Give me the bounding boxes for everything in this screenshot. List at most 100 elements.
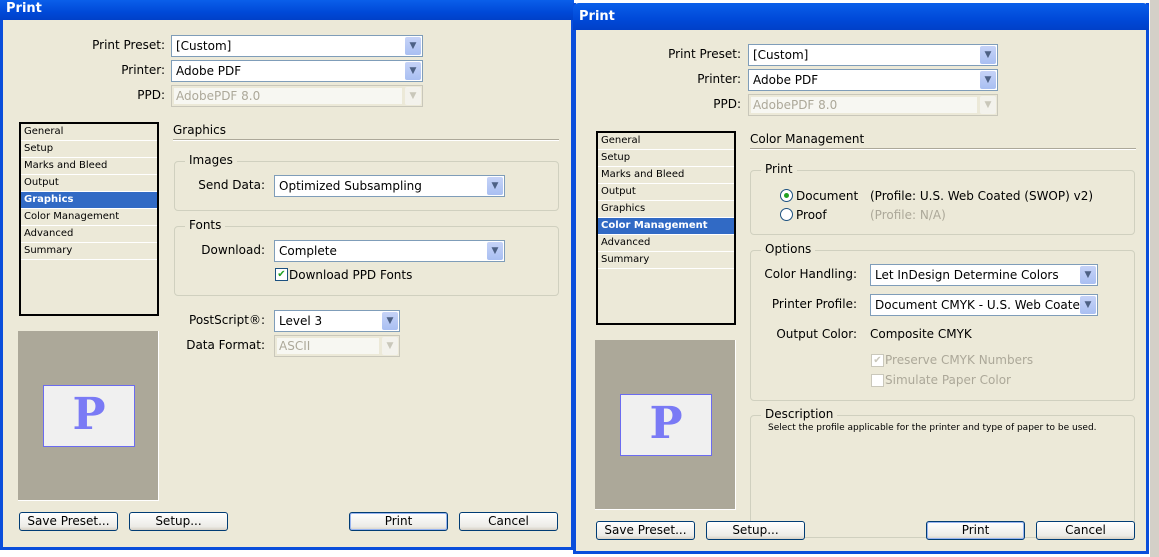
send-data-select[interactable]: Optimized Subsampling ▼ xyxy=(274,175,505,197)
print-preset-select[interactable]: [Custom] ▼ xyxy=(171,35,423,57)
chevron-down-icon: ▼ xyxy=(980,96,996,114)
printer-select[interactable]: Adobe PDF ▼ xyxy=(171,60,423,82)
section-title: Color Management xyxy=(750,132,1136,150)
postscript-value: Level 3 xyxy=(279,314,323,328)
nav-item-advanced[interactable]: Advanced xyxy=(598,235,734,252)
download-value: Complete xyxy=(279,244,337,258)
nav-item-output[interactable]: Output xyxy=(21,175,157,192)
document-radio[interactable] xyxy=(780,189,793,202)
simulate-paper-checkbox xyxy=(871,374,884,387)
nav-item-setup[interactable]: Setup xyxy=(21,141,157,158)
preserve-cmyk-checkbox: ✔ xyxy=(871,354,884,367)
postscript-select[interactable]: Level 3 ▼ xyxy=(274,310,400,332)
print-preset-label: Print Preset: xyxy=(92,38,165,52)
color-handling-label: Color Handling: xyxy=(764,267,857,281)
nav-item-marks-and-bleed[interactable]: Marks and Bleed xyxy=(21,158,157,175)
nav-item-setup[interactable]: Setup xyxy=(598,150,734,167)
preview-page: P xyxy=(43,385,135,447)
chevron-down-icon[interactable]: ▼ xyxy=(980,46,996,64)
page-preview: P xyxy=(18,331,159,501)
color-handling-value: Let InDesign Determine Colors xyxy=(875,268,1059,282)
printer-value: Adobe PDF xyxy=(176,64,242,78)
output-color-value: Composite CMYK xyxy=(870,327,972,341)
output-color-label: Output Color: xyxy=(776,327,857,341)
ppd-label: PPD: xyxy=(137,88,165,102)
page-preview: P xyxy=(595,340,736,510)
printer-profile-label: Printer Profile: xyxy=(771,297,857,311)
ppd-select: AdobePDF 8.0 ▼ xyxy=(171,85,423,107)
send-data-label: Send Data: xyxy=(198,178,265,192)
send-data-value: Optimized Subsampling xyxy=(279,179,422,193)
print-button[interactable]: Print xyxy=(926,521,1025,540)
proof-label[interactable]: Proof xyxy=(796,208,827,222)
nav-item-general[interactable]: General xyxy=(21,124,157,141)
print-preset-label: Print Preset: xyxy=(668,47,741,61)
background-window-edge xyxy=(1150,0,1159,557)
proof-radio[interactable] xyxy=(780,208,793,221)
color-handling-select[interactable]: Let InDesign Determine Colors ▼ xyxy=(870,264,1098,286)
preserve-cmyk-label: Preserve CMYK Numbers xyxy=(885,353,1034,367)
save-preset-button[interactable]: Save Preset... xyxy=(19,512,118,531)
data-format-value: ASCII xyxy=(277,338,379,354)
print-group-label: Print xyxy=(761,162,797,176)
printer-label: Printer: xyxy=(697,72,741,86)
nav-item-graphics[interactable]: Graphics xyxy=(21,192,157,209)
chevron-down-icon[interactable]: ▼ xyxy=(487,242,503,260)
print-dialog-graphics: Print Print Preset: [Custom] ▼ Printer: A… xyxy=(0,0,574,550)
images-group-label: Images xyxy=(185,153,237,167)
download-ppd-fonts-checkbox[interactable]: ✔ xyxy=(275,268,288,281)
printer-label: Printer: xyxy=(121,63,165,77)
postscript-label: PostScript®: xyxy=(189,313,265,327)
description-group-label: Description xyxy=(761,407,838,421)
ppd-label: PPD: xyxy=(713,97,741,111)
ppd-value: AdobePDF 8.0 xyxy=(174,88,402,104)
cancel-button[interactable]: Cancel xyxy=(1036,521,1135,540)
chevron-down-icon[interactable]: ▼ xyxy=(980,71,996,89)
document-label[interactable]: Document xyxy=(796,189,858,203)
nav-item-color-management[interactable]: Color Management xyxy=(598,218,734,235)
proof-profile: (Profile: N/A) xyxy=(870,208,946,222)
printer-select[interactable]: Adobe PDF ▼ xyxy=(748,69,998,91)
download-label: Download: xyxy=(201,243,265,257)
nav-item-summary[interactable]: Summary xyxy=(598,252,734,269)
category-list[interactable]: General Setup Marks and Bleed Output Gra… xyxy=(596,131,736,325)
nav-item-color-management[interactable]: Color Management xyxy=(21,209,157,226)
nav-item-output[interactable]: Output xyxy=(598,184,734,201)
chevron-down-icon[interactable]: ▼ xyxy=(487,177,503,195)
print-button[interactable]: Print xyxy=(349,512,448,531)
setup-button[interactable]: Setup... xyxy=(706,521,805,540)
printer-profile-value: Document CMYK - U.S. Web Coated xyxy=(875,298,1088,312)
nav-item-summary[interactable]: Summary xyxy=(21,243,157,260)
simulate-paper-label: Simulate Paper Color xyxy=(885,373,1011,387)
printer-profile-select[interactable]: Document CMYK - U.S. Web Coated ▼ xyxy=(870,294,1098,316)
document-profile: (Profile: U.S. Web Coated (SWOP) v2) xyxy=(870,189,1094,203)
data-format-select: ASCII ▼ xyxy=(274,335,400,357)
nav-item-marks-and-bleed[interactable]: Marks and Bleed xyxy=(598,167,734,184)
fonts-group-label: Fonts xyxy=(185,218,226,232)
cancel-button[interactable]: Cancel xyxy=(459,512,558,531)
download-select[interactable]: Complete ▼ xyxy=(274,240,505,262)
print-preset-value: [Custom] xyxy=(176,39,232,53)
description-text: Select the profile applicable for the pr… xyxy=(768,423,1097,433)
chevron-down-icon[interactable]: ▼ xyxy=(405,37,421,55)
save-preset-button[interactable]: Save Preset... xyxy=(596,521,695,540)
chevron-down-icon[interactable]: ▼ xyxy=(405,62,421,80)
print-dialog-color-management: Print Print Preset: [Custom] ▼ Printer: A… xyxy=(573,3,1149,554)
nav-item-graphics[interactable]: Graphics xyxy=(598,201,734,218)
chevron-down-icon[interactable]: ▼ xyxy=(382,312,398,330)
chevron-down-icon[interactable]: ▼ xyxy=(1080,296,1096,314)
nav-item-advanced[interactable]: Advanced xyxy=(21,226,157,243)
print-preset-value: [Custom] xyxy=(753,48,809,62)
setup-button[interactable]: Setup... xyxy=(129,512,228,531)
data-format-label: Data Format: xyxy=(186,338,265,352)
print-preset-select[interactable]: [Custom] ▼ xyxy=(748,44,998,66)
category-list[interactable]: General Setup Marks and Bleed Output Gra… xyxy=(19,122,159,316)
chevron-down-icon[interactable]: ▼ xyxy=(1080,266,1096,284)
description-group: Description xyxy=(750,407,1135,538)
section-title: Graphics xyxy=(173,123,559,141)
nav-item-general[interactable]: General xyxy=(598,133,734,150)
download-ppd-fonts-label[interactable]: Download PPD Fonts xyxy=(289,268,412,282)
chevron-down-icon: ▼ xyxy=(382,337,398,355)
options-group-label: Options xyxy=(761,242,816,256)
preview-page: P xyxy=(620,394,712,456)
